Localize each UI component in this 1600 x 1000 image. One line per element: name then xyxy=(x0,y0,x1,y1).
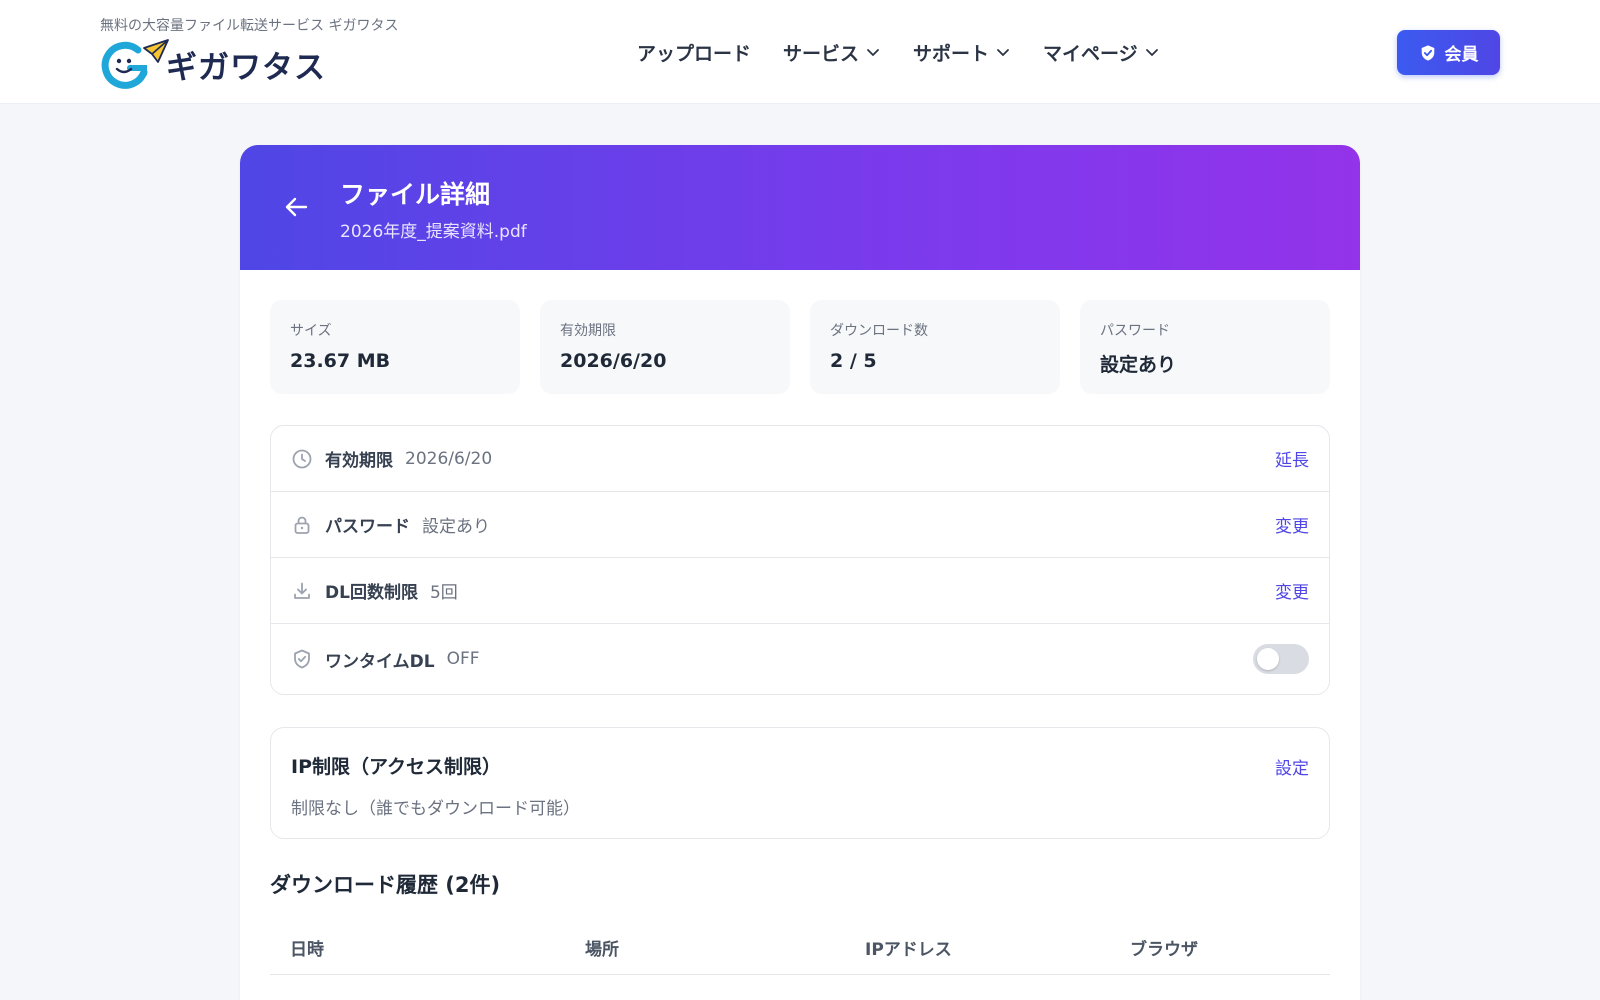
ip-restriction-title: IP制限（アクセス制限） xyxy=(291,756,502,778)
stat-expiry: 有効期限 2026/6/20 xyxy=(540,300,790,394)
setting-label: DL回数制限 xyxy=(325,583,418,603)
site-tagline: 無料の大容量ファイル転送サービス ギガワタス xyxy=(100,18,399,34)
change-dl-limit-button[interactable]: 変更 xyxy=(1275,578,1309,603)
onetime-dl-toggle[interactable] xyxy=(1253,644,1309,674)
stat-value: 設定あり xyxy=(1100,354,1177,376)
member-button[interactable]: 会員 xyxy=(1397,30,1500,75)
file-detail-card: ファイル詳細 2026年度_提案資料.pdf サイズ 23.67 MB 有効期限… xyxy=(240,145,1360,1000)
stat-label: ダウンロード数 xyxy=(830,323,928,339)
file-stats: サイズ 23.67 MB 有効期限 2026/6/20 ダウンロード数 2 / … xyxy=(270,300,1330,394)
shield-check-icon xyxy=(1421,44,1434,61)
extend-expiry-button[interactable]: 延長 xyxy=(1275,446,1309,471)
column-header-datetime[interactable]: 日時 xyxy=(290,935,324,960)
stat-value: 2026/6/20 xyxy=(560,350,667,372)
ip-restriction-description: 制限なし（誰でもダウンロード可能） xyxy=(291,799,580,819)
nav-upload-label: アップロード xyxy=(637,42,752,65)
site-header: 無料の大容量ファイル転送サービス ギガワタス ギガワタス アップロード サービス… xyxy=(0,0,1600,104)
logo-text: ギガワタス xyxy=(166,49,326,86)
stat-label: 有効期限 xyxy=(560,323,616,339)
download-history-title: ダウンロード履歴 (2件) xyxy=(270,873,501,897)
stat-value: 23.67 MB xyxy=(290,350,391,372)
stat-password: パスワード 設定あり xyxy=(1080,300,1330,394)
arrow-left-icon xyxy=(285,197,308,217)
shield-check-icon xyxy=(291,648,313,670)
setting-value: 2026/6/20 xyxy=(405,448,493,469)
nav-service[interactable]: サービス xyxy=(783,39,881,66)
setting-label: ワンタイムDL xyxy=(325,651,435,672)
setting-value: 5回 xyxy=(429,583,458,603)
setting-label: 有効期限 xyxy=(325,451,393,471)
file-settings-list: 有効期限 2026/6/20 延長 パスワード 設定あり 変更 DL回数制限 5… xyxy=(270,425,1330,695)
column-header-ip-address[interactable]: IPアドレス xyxy=(865,935,952,960)
lock-icon xyxy=(291,514,313,536)
chevron-down-icon xyxy=(1145,49,1158,56)
setting-row-expiry: 有効期限 2026/6/20 延長 xyxy=(271,426,1329,492)
setting-row-onetime-dl: ワンタイムDL OFF xyxy=(271,624,1329,694)
stat-label: サイズ xyxy=(290,323,332,339)
download-history-table-header: 日時 場所 IPアドレス ブラウザ xyxy=(270,915,1330,975)
site-logo[interactable]: ギガワタス xyxy=(100,38,326,90)
column-header-browser[interactable]: ブラウザ xyxy=(1130,935,1198,960)
main-nav: アップロード サービス サポート マイページ xyxy=(637,36,1192,68)
setting-row-dl-limit: DL回数制限 5回 変更 xyxy=(271,558,1329,624)
column-header-location[interactable]: 場所 xyxy=(585,935,619,960)
file-detail-hero: ファイル詳細 2026年度_提案資料.pdf xyxy=(240,145,1360,270)
clock-icon xyxy=(291,448,313,470)
toggle-knob xyxy=(1257,648,1279,670)
setting-label: パスワード xyxy=(325,517,410,537)
nav-mypage[interactable]: マイページ xyxy=(1043,39,1160,66)
stat-label: パスワード xyxy=(1100,323,1170,339)
stat-size: サイズ 23.67 MB xyxy=(270,300,520,394)
nav-service-label: サービス xyxy=(783,42,860,65)
ip-restriction-panel: IP制限（アクセス制限） 制限なし（誰でもダウンロード可能） 設定 xyxy=(270,727,1330,839)
change-password-button[interactable]: 変更 xyxy=(1275,512,1309,537)
nav-mypage-label: マイページ xyxy=(1043,42,1138,65)
member-button-label: 会員 xyxy=(1444,45,1479,65)
download-icon xyxy=(291,580,313,602)
ip-restriction-settings-button[interactable]: 設定 xyxy=(1275,754,1309,779)
chevron-down-icon xyxy=(997,49,1009,56)
nav-support-label: サポート xyxy=(913,42,990,65)
setting-value: OFF xyxy=(446,649,480,669)
chevron-down-icon xyxy=(867,49,879,56)
setting-value: 設定あり xyxy=(422,517,490,537)
stat-value: 2 / 5 xyxy=(830,350,877,372)
nav-support[interactable]: サポート xyxy=(913,39,1011,66)
page-title: ファイル詳細 xyxy=(340,180,491,209)
file-name: 2026年度_提案資料.pdf xyxy=(340,222,527,242)
logo-mark-icon xyxy=(100,38,170,90)
nav-upload[interactable]: アップロード xyxy=(637,39,751,66)
setting-row-password: パスワード 設定あり 変更 xyxy=(271,492,1329,558)
back-button[interactable] xyxy=(276,187,316,227)
stat-downloads: ダウンロード数 2 / 5 xyxy=(810,300,1060,394)
